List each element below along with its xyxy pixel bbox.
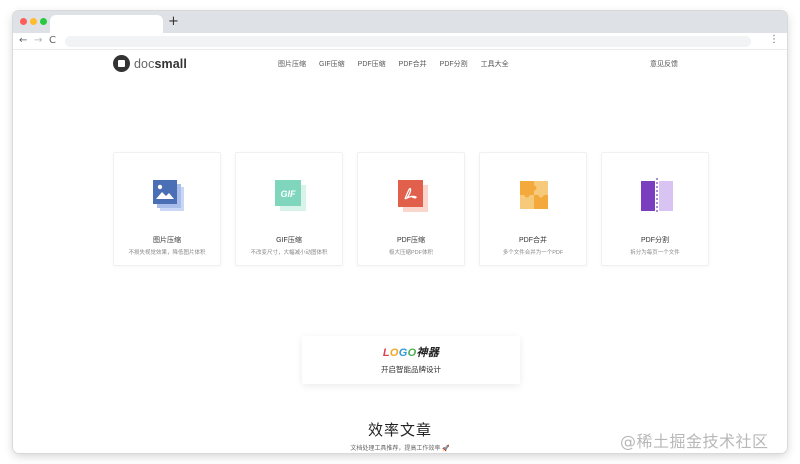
logo-generator-logo: LOGO神器 bbox=[302, 344, 520, 360]
page-content: docsmall 图片压缩 GIF压缩 PDF压缩 PDF合并 PDF分割 工具… bbox=[13, 50, 787, 453]
reload-icon[interactable]: C bbox=[49, 35, 56, 47]
tool-title: 图片压缩 bbox=[153, 237, 181, 244]
maximize-window-button[interactable] bbox=[40, 18, 47, 25]
tool-title: PDF分割 bbox=[641, 237, 669, 244]
feedback-link[interactable]: 意见反馈 bbox=[650, 59, 678, 69]
pdf-split-icon bbox=[641, 178, 673, 214]
logo-text: docsmall bbox=[134, 57, 187, 71]
pdf-compress-icon bbox=[398, 180, 428, 212]
nav-pdf-split[interactable]: PDF分割 bbox=[440, 59, 468, 69]
pdf-merge-icon bbox=[520, 181, 548, 209]
new-tab-button[interactable]: + bbox=[168, 14, 179, 30]
tool-description: 不改变尺寸，大幅减小动图体积 bbox=[250, 250, 328, 256]
back-icon[interactable]: ← bbox=[19, 35, 27, 47]
gif-compress-icon: GIF bbox=[275, 180, 306, 211]
address-bar[interactable] bbox=[65, 36, 751, 47]
promo-logo-letter: L bbox=[382, 347, 390, 359]
promo-subtitle: 开启智能品牌设计 bbox=[381, 365, 441, 374]
close-window-button[interactable] bbox=[20, 18, 27, 25]
tool-card-pdf-split[interactable]: PDF分割 拆分为每页一个文件 bbox=[601, 152, 709, 266]
browser-window: + ← → C ⋮ docsmall 图片压缩 GIF压缩 PDF压缩 PDF合… bbox=[13, 11, 787, 453]
nav-pdf-merge[interactable]: PDF合并 bbox=[399, 59, 427, 69]
promo-logo-suffix: 神器 bbox=[416, 347, 440, 359]
tool-description: 极大压缩PDF体积 bbox=[388, 250, 433, 256]
nav-pdf-compress[interactable]: PDF压缩 bbox=[358, 59, 386, 69]
tool-title: PDF压缩 bbox=[397, 237, 425, 244]
minimize-window-button[interactable] bbox=[30, 18, 37, 25]
browser-menu-icon[interactable]: ⋮ bbox=[769, 34, 779, 45]
nav-image-compress[interactable]: 图片压缩 bbox=[278, 59, 306, 69]
browser-tab[interactable] bbox=[50, 15, 163, 33]
image-compress-icon bbox=[153, 180, 184, 211]
watermark-text: @稀土掘金技术社区 bbox=[620, 432, 769, 451]
tool-description: 拆分为每页一个文件 bbox=[630, 250, 680, 256]
main-nav: 图片压缩 GIF压缩 PDF压缩 PDF合并 PDF分割 工具大全 bbox=[278, 59, 522, 69]
tool-description: 多个文件合并为一个PDF bbox=[502, 250, 564, 256]
tool-title: GIF压缩 bbox=[276, 237, 302, 244]
nav-all-tools[interactable]: 工具大全 bbox=[481, 59, 509, 69]
tool-description: 不损失视觉效果，降低图片体积 bbox=[128, 250, 206, 256]
tab-bar: + bbox=[13, 11, 787, 33]
tool-title: PDF合并 bbox=[519, 237, 547, 244]
logo-text-small: small bbox=[154, 56, 187, 71]
tool-card-pdf-merge[interactable]: PDF合并 多个文件合并为一个PDF bbox=[479, 152, 587, 266]
tool-cards: 图片压缩 不损失视觉效果，降低图片体积 GIF GIF压缩 不改变尺寸，大幅减小… bbox=[113, 152, 723, 266]
browser-toolbar: ← → C ⋮ bbox=[13, 33, 787, 50]
tool-card-gif-compress[interactable]: GIF GIF压缩 不改变尺寸，大幅减小动图体积 bbox=[235, 152, 343, 266]
forward-icon[interactable]: → bbox=[34, 35, 42, 47]
promo-logo-letter: G bbox=[398, 347, 408, 359]
logo-mark-icon bbox=[113, 55, 130, 72]
logo-text-doc: doc bbox=[134, 56, 155, 71]
tool-card-image-compress[interactable]: 图片压缩 不损失视觉效果，降低图片体积 bbox=[113, 152, 221, 266]
promo-logo-letter: O bbox=[407, 347, 417, 359]
nav-gif-compress[interactable]: GIF压缩 bbox=[319, 59, 345, 69]
promo-logo-letter: O bbox=[389, 347, 399, 359]
tool-card-pdf-compress[interactable]: PDF压缩 极大压缩PDF体积 bbox=[357, 152, 465, 266]
logo-generator-banner[interactable]: LOGO神器 开启智能品牌设计 bbox=[302, 336, 520, 384]
gif-icon-label: GIF bbox=[281, 189, 297, 199]
site-logo[interactable]: docsmall bbox=[113, 55, 187, 72]
